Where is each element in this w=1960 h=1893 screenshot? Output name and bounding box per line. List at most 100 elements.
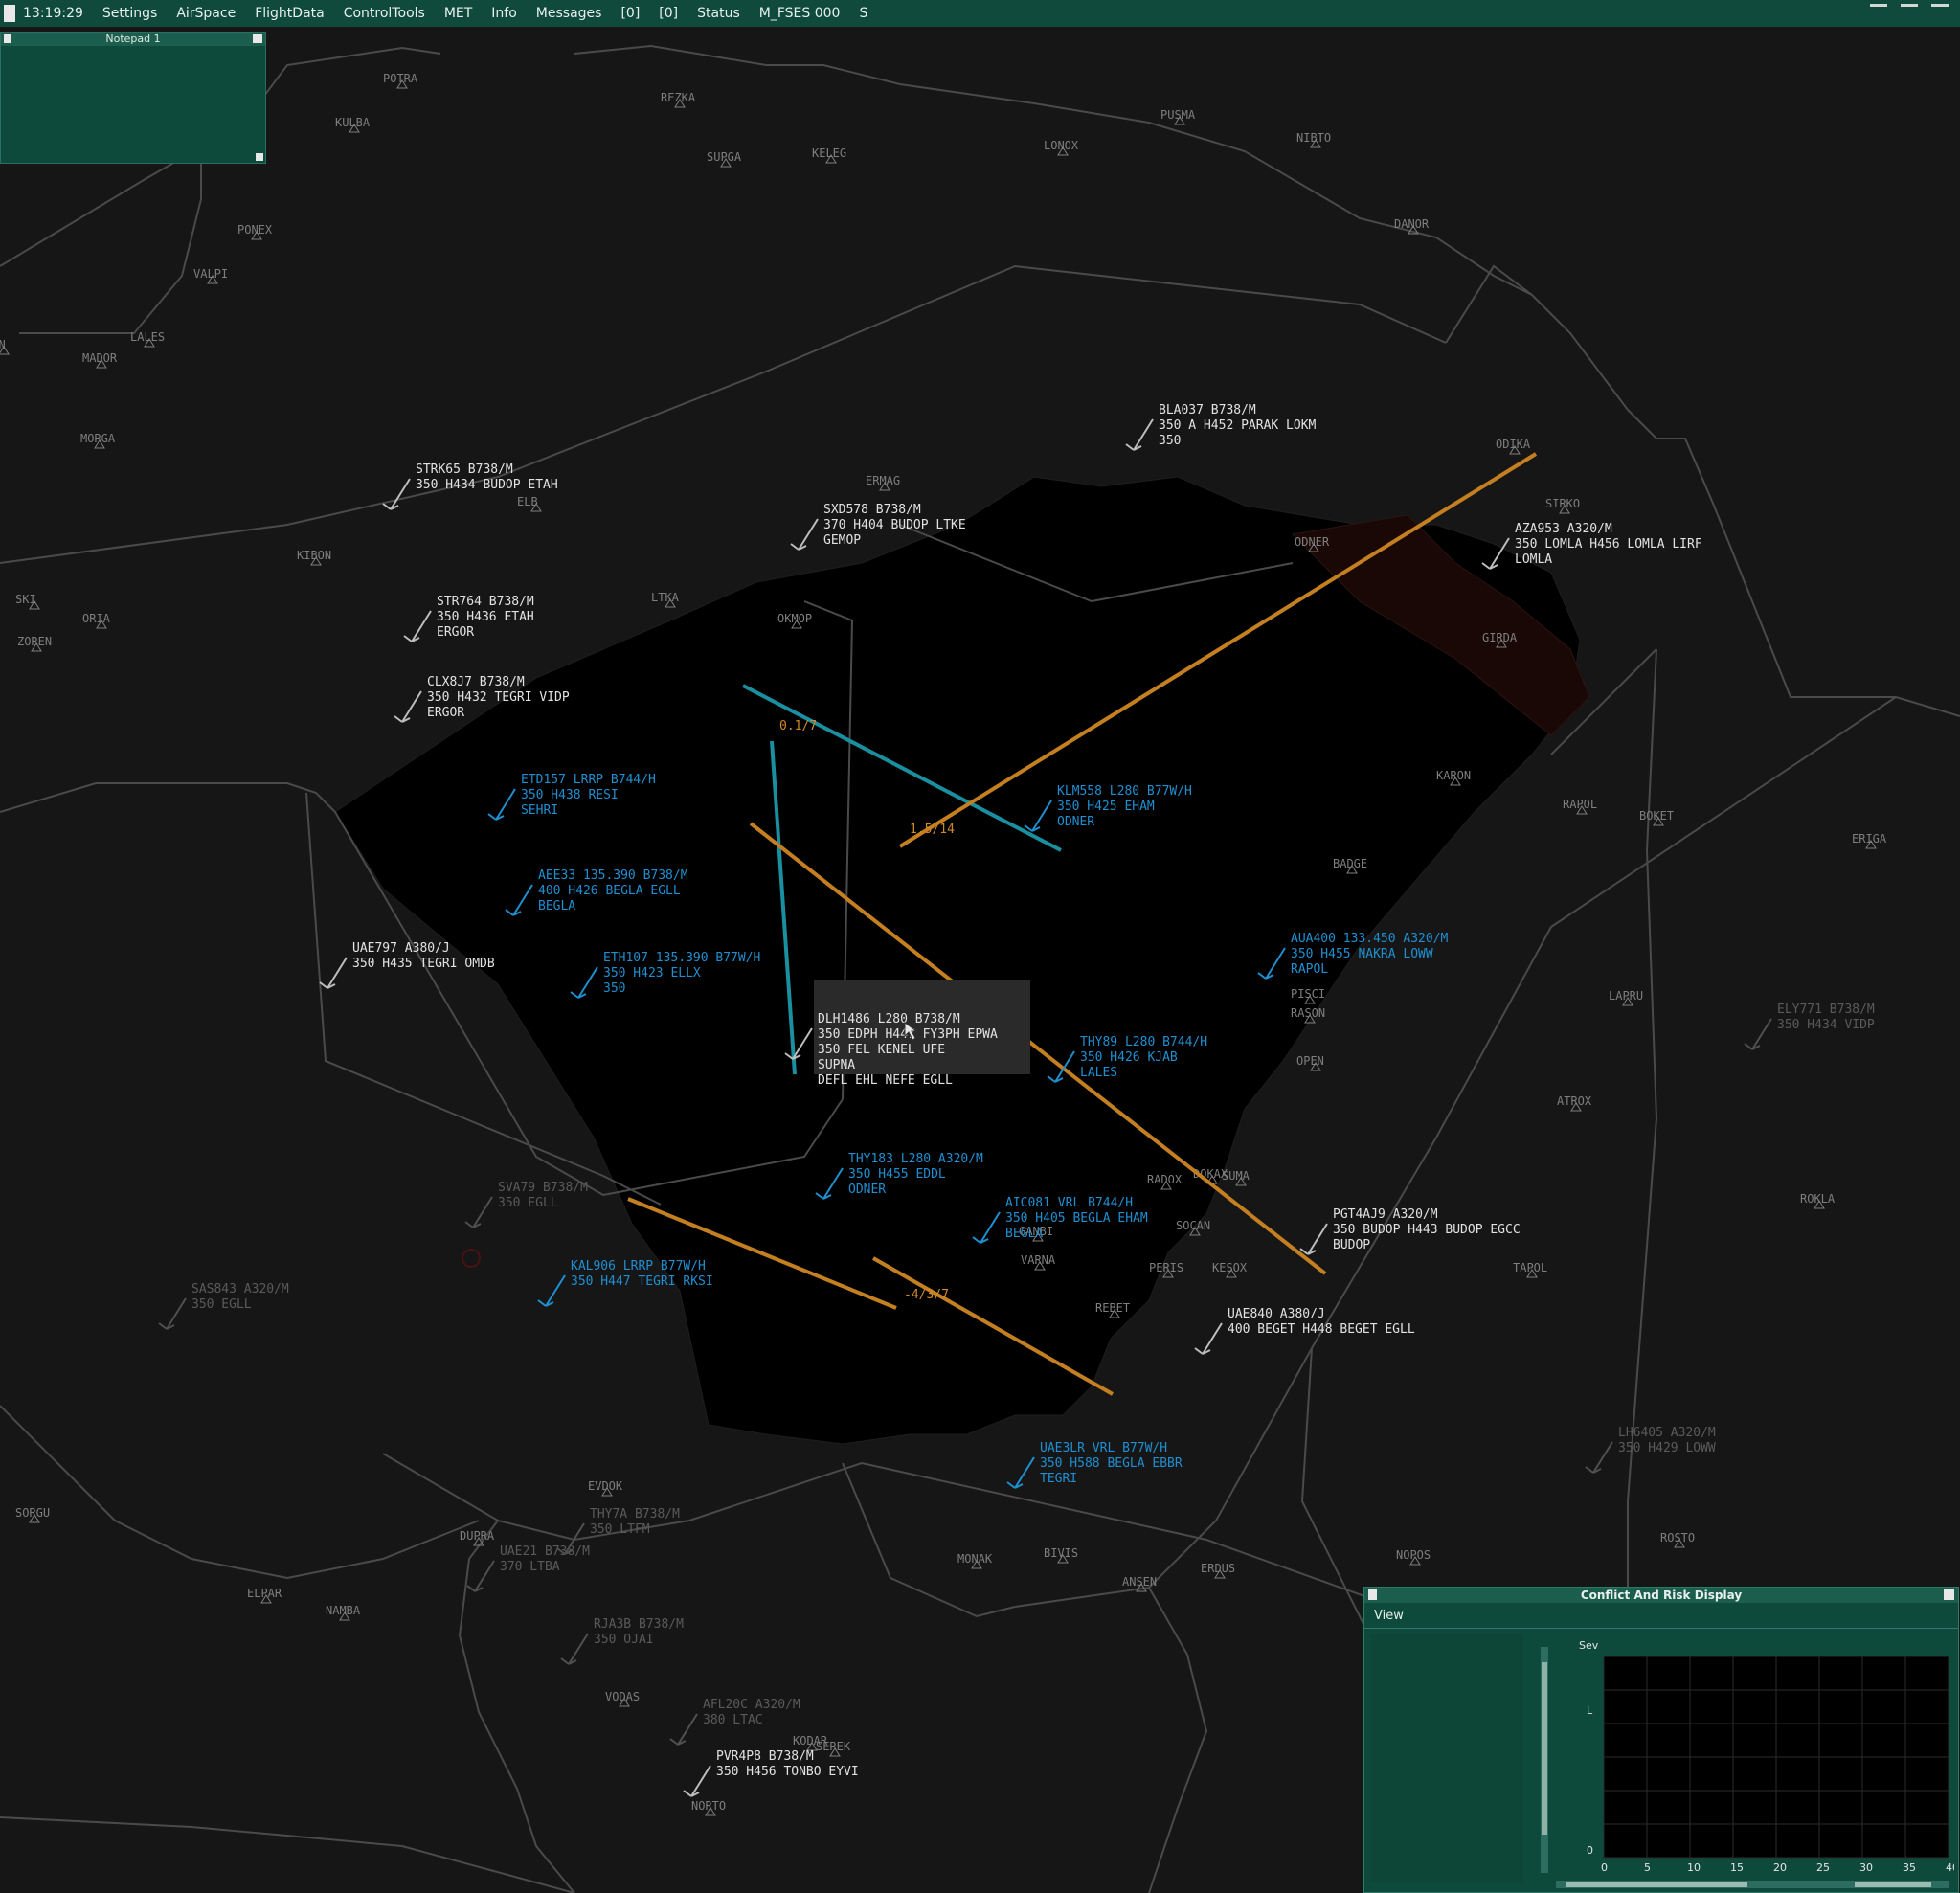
track-info-line[interactable]: ERGOR [427,706,464,720]
aircraft-symbol-icon[interactable] [394,690,422,723]
track-info-line[interactable]: 350 H426 KJAB [1080,1050,1178,1065]
aircraft-track[interactable]: PGT4AJ9 A320/M350 BUDOP H443 BUDOP EGCCB… [1299,1207,1521,1255]
track-info-line[interactable]: ODNER [1057,815,1094,829]
track-info-line[interactable]: BUDOP [1333,1238,1370,1252]
track-callsign[interactable]: AUA400 133.450 A320/M [1291,932,1449,946]
waypoint[interactable]: KESOX [1212,1261,1248,1278]
waypoint[interactable]: ERDUS [1201,1562,1235,1579]
waypoint[interactable]: ELB [517,495,542,512]
track-info-line[interactable]: BEGLA [538,899,575,913]
waypoint[interactable]: VODAS [605,1690,640,1707]
waypoint[interactable]: VALPI [193,267,228,284]
track-callsign[interactable]: KAL906 LRRP B77W/H [571,1259,706,1273]
app-icon[interactable] [4,5,15,22]
menu-messages[interactable]: Messages [536,6,602,21]
waypoint[interactable]: TAPOL [1513,1261,1547,1278]
aircraft-track[interactable]: LH6405 A320/M350 H429 LOWW [1585,1426,1716,1474]
aircraft-symbol-icon[interactable] [319,957,348,989]
waypoint[interactable]: ROKLA [1800,1192,1836,1209]
waypoint[interactable]: ERMAG [866,474,900,491]
waypoint[interactable]: RAPOL [1563,798,1597,815]
waypoint[interactable]: BIVIS [1044,1546,1078,1564]
aircraft-symbol-icon[interactable] [466,1560,495,1592]
aircraft-track[interactable]: SAS843 A320/M350 EGLL [158,1282,289,1330]
waypoint[interactable]: KULBA [335,116,371,133]
track-info-line[interactable]: 350 EGLL [191,1297,252,1312]
track-info-line[interactable]: 350 H455 NAKRA LOWW [1291,947,1433,961]
track-callsign[interactable]: PGT4AJ9 A320/M [1333,1207,1438,1222]
track-callsign[interactable]: ELY771 B738/M [1777,1003,1875,1017]
track-info-line[interactable]: SEHRI [521,803,558,818]
aircraft-symbol-icon[interactable] [669,1713,698,1746]
track-info-line[interactable]: 350 H432 TEGRI VIDP [427,690,570,705]
track-info-line[interactable]: 350 H425 EHAM [1057,800,1155,814]
aircraft-symbol-icon[interactable] [1194,1322,1223,1355]
crd-vscroll-thumb[interactable] [1542,1662,1547,1835]
track-info-line[interactable]: 350 [603,981,625,996]
menu-info[interactable]: Info [491,6,517,21]
track-callsign[interactable]: SVA79 B738/M [498,1181,588,1195]
waypoint[interactable]: MADOR [82,351,118,369]
waypoint[interactable]: NAMBA [326,1604,361,1621]
menu-status[interactable]: Status [697,6,740,21]
track-info-line[interactable]: 350 H405 BEGLA EHAM [1005,1211,1148,1226]
track-callsign[interactable]: DLH1486 L280 B738/M [818,1012,960,1026]
track-callsign[interactable]: THY183 L280 A320/M [848,1152,983,1166]
waypoint[interactable]: ZOREN [17,635,52,652]
track-info-line[interactable]: 350 H455 EDDL [848,1167,946,1182]
aircraft-symbol-icon[interactable] [464,1196,493,1228]
track-info-line[interactable]: 350 H423 ELLX [603,966,701,980]
notepad-title-bar[interactable]: Notepad 1 [1,33,265,46]
aircraft-symbol-icon[interactable] [1006,1456,1035,1489]
track-callsign[interactable]: LH6405 A320/M [1618,1426,1716,1440]
waypoint[interactable]: ELPAR [247,1587,282,1604]
aircraft-symbol-icon[interactable] [1585,1441,1613,1474]
waypoint[interactable]: ODIKA [1496,438,1531,455]
track-callsign[interactable]: CLX8J7 B738/M [427,675,525,689]
track-info-line[interactable]: ODNER [848,1183,886,1197]
conflict-risk-window[interactable]: Conflict And Risk Display View 0 5 10 15 20 2… [1363,1587,1959,1893]
aircraft-track[interactable]: ELY771 B738/M350 H434 VIDP [1744,1003,1875,1050]
waypoint[interactable]: MONAK [957,1552,993,1569]
track-info-line[interactable]: 370 H404 BUDOP LTKE [823,518,966,532]
track-info-line[interactable]: 350 LOMLA H456 LOMLA LIRF [1515,537,1702,552]
waypoint[interactable]: BOKET [1639,809,1674,826]
waypoint[interactable]: KIBON [297,549,331,566]
track-callsign[interactable]: AIC081 VRL B744/H [1005,1196,1133,1210]
track-info-line[interactable]: 400 BEGET H448 BEGET EGLL [1228,1322,1415,1337]
track-info-line[interactable]: 350 H436 ETAH [437,610,534,624]
track-info-line[interactable]: GEMOP [823,533,861,548]
track-callsign[interactable]: STRK65 B738/M [416,462,513,477]
aircraft-symbol-icon[interactable] [537,1274,566,1307]
conflict-label[interactable]: 0.1/7 [779,719,817,733]
aircraft-track[interactable]: STR764 B738/M350 H436 ETAHERGOR [403,595,534,642]
crd-vertical-scrollbar[interactable] [1541,1647,1548,1873]
close-icon[interactable] [1931,4,1949,7]
track-info-line[interactable]: 350 H588 BEGLA EBBR [1040,1456,1183,1471]
aircraft-track[interactable]: UAE3LR VRL B77W/H350 H588 BEGLA EBBRTEGR… [1006,1441,1183,1489]
track-callsign[interactable]: THY89 L280 B744/H [1080,1035,1207,1049]
track-callsign[interactable]: AEE33 135.390 B738/M [538,868,688,883]
track-callsign[interactable]: UAE3LR VRL B77W/H [1040,1441,1167,1455]
track-callsign[interactable]: KLM558 L280 B77W/H [1057,784,1192,799]
aircraft-symbol-icon[interactable] [1125,418,1154,451]
crd-menu-icon[interactable] [1368,1589,1377,1600]
waypoint[interactable]: NIBTO [1296,131,1331,148]
conflict-label[interactable]: 1.5/14 [910,823,955,837]
track-callsign[interactable]: AFL20C A320/M [703,1698,800,1712]
waypoint[interactable]: DUPRA [460,1529,495,1546]
waypoint[interactable]: POTRA [383,72,418,89]
waypoint[interactable]: ATROX [1557,1094,1592,1112]
waypoint[interactable]: NOPOS [1396,1548,1431,1566]
notepad-window[interactable]: Notepad 1 [0,32,266,164]
track-info-line[interactable]: 350 A H452 PARAK LOKM [1159,418,1317,433]
waypoint[interactable]: PUSMA [1160,108,1196,125]
aircraft-symbol-icon[interactable] [1299,1223,1328,1255]
menu-flightdata[interactable]: FlightData [255,6,325,21]
track-info-line[interactable]: 350 [1159,434,1181,448]
track-info-line[interactable]: TEGRI [1040,1472,1077,1486]
notepad-close-icon[interactable] [253,34,262,43]
track-callsign[interactable]: BLA037 B738/M [1159,403,1256,417]
crd-view-button[interactable]: View [1374,1609,1404,1623]
crd-hscroll-thumb[interactable] [1566,1882,1747,1887]
